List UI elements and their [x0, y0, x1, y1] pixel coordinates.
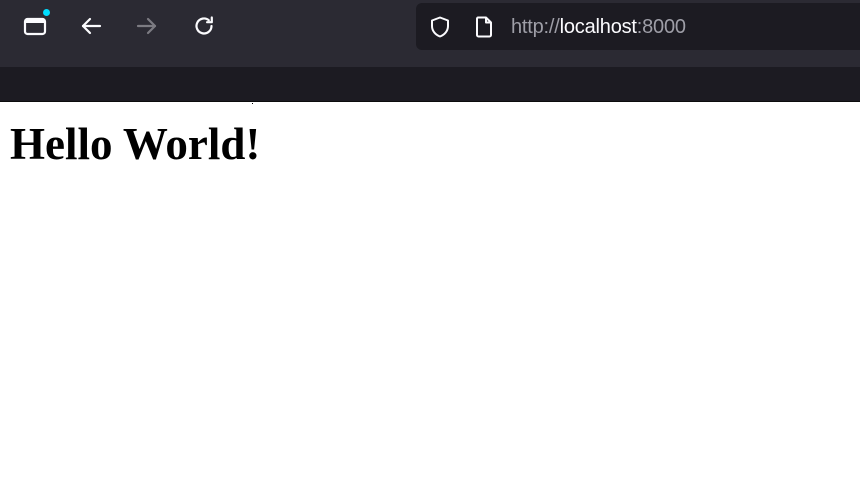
- notification-dot: [43, 9, 50, 16]
- stray-pixel: [252, 103, 253, 104]
- bookmarks-bar: [0, 67, 860, 101]
- arrow-right-icon: [135, 14, 159, 38]
- url-host: localhost: [559, 16, 637, 38]
- toolbar-gap: [0, 54, 860, 67]
- url-bar[interactable]: http://localhost:8000: [416, 3, 860, 50]
- reload-icon: [192, 14, 216, 38]
- back-button[interactable]: [77, 12, 105, 40]
- forward-button[interactable]: [133, 12, 161, 40]
- page-heading: Hello World!: [10, 119, 261, 169]
- url-port: :8000: [636, 16, 686, 38]
- url-prefix: http://: [511, 16, 560, 38]
- tab-view-button[interactable]: [21, 12, 49, 40]
- page-icon[interactable]: [472, 15, 496, 39]
- url-text[interactable]: http://localhost:8000: [511, 16, 686, 39]
- shield-icon[interactable]: [428, 15, 452, 39]
- tabs-icon: [22, 14, 48, 38]
- arrow-left-icon: [79, 14, 103, 38]
- reload-button[interactable]: [190, 12, 218, 40]
- content-divider: [0, 101, 860, 102]
